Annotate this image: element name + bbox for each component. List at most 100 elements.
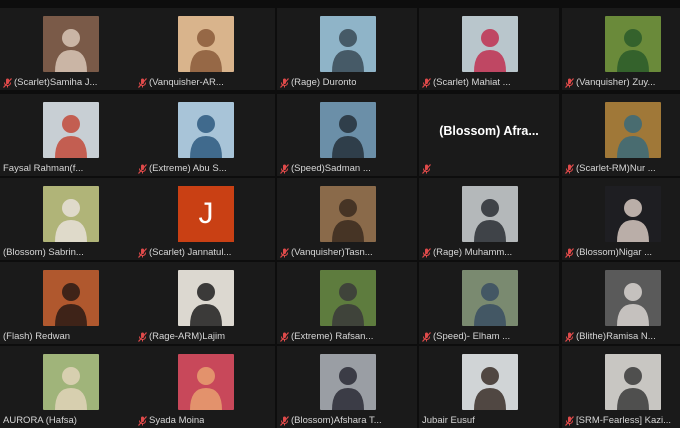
participant-name-label: (Vanquisher) Zuy... [565,77,680,89]
participant-initial-avatar: J [178,186,234,242]
participant-tile[interactable]: (Blossom) Afra... [419,94,559,176]
participant-name: (Extreme) Abu S... [149,163,227,174]
participant-name-label: (Blossom)Nigar ... [565,247,680,259]
muted-mic-icon [138,416,147,426]
participant-display-name: (Blossom) Afra... [439,124,539,138]
muted-mic-icon [565,164,574,174]
participant-tile[interactable]: (Vanquisher-AR... [135,8,275,90]
gallery-view: (Scarlet)Samiha J... (Vanquisher-AR... (Ra… [0,0,680,428]
participant-tile[interactable]: (Rage) Duronto [277,8,417,90]
participant-video [605,270,661,326]
participant-name: (Speed)- Elham ... [433,331,511,342]
muted-mic-icon [565,78,574,88]
participant-name-label: (Speed)- Elham ... [422,331,557,343]
participant-name-label: (Rage-ARM)Lajim [138,331,273,343]
participant-name-label: (Extreme) Rafsan... [280,331,415,343]
participant-tile[interactable]: (Speed)- Elham ... [419,262,559,344]
participant-tile[interactable]: (Scarlet)Samiha J... [0,8,140,90]
participant-video [43,16,99,72]
participant-video [43,102,99,158]
participant-video [320,354,376,410]
participant-name: (Speed)Sadman ... [291,163,371,174]
participant-name-label: AURORA (Hafsa) [3,415,138,427]
participant-tile[interactable]: J (Scarlet) Jannatul... [135,178,275,260]
participant-tile[interactable]: (Blossom)Afshara T... [277,346,417,428]
participant-tile[interactable]: [SRM-Fearless] Kazi... [562,346,680,428]
participant-tile[interactable]: (Extreme) Rafsan... [277,262,417,344]
participant-tile[interactable]: AURORA (Hafsa) [0,346,140,428]
participant-name-label: (Scarlet) Mahiat ... [422,77,557,89]
participant-tile[interactable]: (Scarlet-RM)Nur ... [562,94,680,176]
participant-video [320,270,376,326]
participant-tile[interactable]: (Rage-ARM)Lajim [135,262,275,344]
participant-tile[interactable]: (Blossom) Sabrin... [0,178,140,260]
participant-name: (Extreme) Rafsan... [291,331,374,342]
muted-mic-icon [565,248,574,258]
muted-mic-icon [138,248,147,258]
participant-name-label: (Flash) Redwan [3,331,138,343]
participant-name: [SRM-Fearless] Kazi... [576,415,672,426]
participant-name: (Rage-ARM)Lajim [149,331,226,342]
participant-name: (Blossom) Sabrin... [3,247,84,258]
participant-video [462,16,518,72]
participant-tile[interactable]: (Rage) Muhamm... [419,178,559,260]
muted-mic-icon [422,78,431,88]
participant-name: (Scarlet) Mahiat ... [433,77,511,88]
muted-mic-icon [280,248,289,258]
participant-name-label: (Vanquisher-AR... [138,77,273,89]
participant-tile[interactable]: (Blithe)Ramisa N... [562,262,680,344]
participant-tile[interactable]: Syada Moina [135,346,275,428]
participant-tile[interactable]: Faysal Rahman(f... [0,94,140,176]
participant-name: (Rage) Muhamm... [433,247,513,258]
muted-mic-icon [422,164,431,174]
participant-video [178,270,234,326]
participant-name: (Blossom)Afshara T... [291,415,382,426]
muted-mic-icon [280,332,289,342]
participant-video [462,270,518,326]
muted-mic-icon [422,248,431,258]
participant-name-label: (Rage) Duronto [280,77,415,89]
participant-tile[interactable]: (Scarlet) Mahiat ... [419,8,559,90]
muted-mic-icon [280,164,289,174]
participant-video [320,102,376,158]
participant-name-label: (Scarlet-RM)Nur ... [565,163,680,175]
participant-tile[interactable]: (Extreme) Abu S... [135,94,275,176]
participant-name-label: Jubair Eusuf [422,415,557,427]
participant-tile[interactable]: Jubair Eusuf [419,346,559,428]
participant-name: (Vanquisher) Zuy... [576,77,656,88]
participant-tile[interactable]: (Flash) Redwan [0,262,140,344]
muted-mic-icon [422,332,431,342]
participant-video [178,102,234,158]
participant-video [605,16,661,72]
participant-name: (Blossom)Nigar ... [576,247,653,258]
participant-name-label: (Scarlet)Samiha J... [3,77,138,89]
participant-video [605,186,661,242]
participant-tile[interactable]: (Vanquisher) Zuy... [562,8,680,90]
participant-name: (Flash) Redwan [3,331,71,342]
participant-video [43,186,99,242]
participant-tile[interactable]: (Speed)Sadman ... [277,94,417,176]
participant-tile[interactable]: (Vanquisher)Tasn... [277,178,417,260]
participant-name-label: (Vanquisher)Tasn... [280,247,415,259]
participant-name: (Rage) Duronto [291,77,357,88]
participant-name-label: (Blossom) Sabrin... [3,247,138,259]
participant-video [462,354,518,410]
muted-mic-icon [565,332,574,342]
muted-mic-icon [138,164,147,174]
muted-mic-icon [3,78,12,88]
participant-name-label: [SRM-Fearless] Kazi... [565,415,680,427]
participant-tile[interactable]: (Blossom)Nigar ... [562,178,680,260]
participant-name-label [422,163,557,175]
participant-name: (Blithe)Ramisa N... [576,331,656,342]
participant-name-label: Faysal Rahman(f... [3,163,138,175]
participant-name: Faysal Rahman(f... [3,163,84,174]
participant-name: Jubair Eusuf [422,415,475,426]
participant-name: (Scarlet) Jannatul... [149,247,232,258]
muted-mic-icon [280,78,289,88]
participant-video [43,270,99,326]
muted-mic-icon [280,416,289,426]
muted-mic-icon [138,332,147,342]
participant-name-label: (Blithe)Ramisa N... [565,331,680,343]
participant-name-label: (Scarlet) Jannatul... [138,247,273,259]
muted-mic-icon [138,78,147,88]
